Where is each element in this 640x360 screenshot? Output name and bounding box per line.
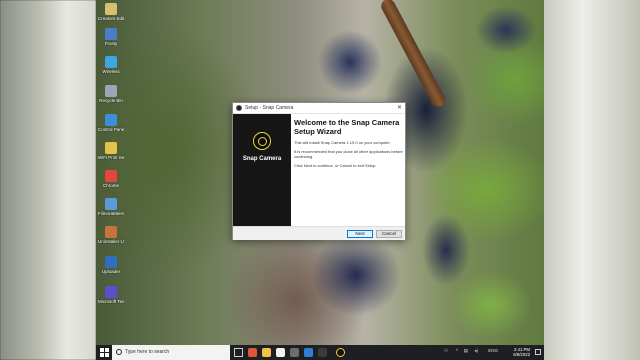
wizard-heading: Welcome to the Snap Camera Setup Wizard <box>294 118 400 136</box>
desktop-icon[interactable]: Frosty <box>98 28 124 46</box>
network-icon[interactable]: ▤ <box>464 348 468 353</box>
wizard-content: Welcome to the Snap Camera Setup Wizard … <box>294 116 404 168</box>
app-icon <box>105 170 117 182</box>
desktop-icon[interactable]: Control Panel <box>98 114 124 132</box>
desktop-icon[interactable]: FilmoraMeister Tutorials <box>98 198 124 216</box>
blurred-right-border <box>544 0 640 360</box>
clock-date: 6/8/2022 <box>513 352 530 357</box>
dialog-titlebar[interactable]: Setup - Snap Camera ✕ <box>233 103 405 114</box>
cancel-button[interactable]: Cancel <box>376 230 402 238</box>
desktop-icon-label: WiFi Print Services <box>98 155 124 160</box>
brand-name: Snap Camera <box>242 156 282 162</box>
taskbar: Type here to search ⚇ ^ ▤ ◂) ENG 2:41 PM… <box>96 345 544 360</box>
volume-icon[interactable]: ◂) <box>474 348 478 353</box>
desktop-icon-label: Uninstaller Utility <box>98 239 124 244</box>
app-icon <box>105 28 117 40</box>
desktop-icon[interactable]: Creators Edition <box>98 3 124 21</box>
people-icon[interactable]: ⚇ <box>444 348 448 353</box>
task-view-icon[interactable] <box>234 348 243 357</box>
desktop-icon[interactable]: Wireless <box>98 56 124 74</box>
app-icon <box>105 3 117 15</box>
language-indicator[interactable]: ENG <box>488 348 498 353</box>
app-icon <box>105 56 117 68</box>
app-icon <box>105 226 117 238</box>
desktop-icon[interactable]: Chrome <box>98 170 124 188</box>
snap-camera-logo-icon <box>253 132 271 150</box>
next-button[interactable]: Next <box>347 230 373 238</box>
desktop-icon-label: Frosty <box>104 41 118 46</box>
desktop-icon-label: Creators Edition <box>98 16 124 21</box>
wizard-footer: Next Cancel <box>233 226 405 240</box>
wizard-side-panel: Snap Camera <box>233 114 291 226</box>
setup-wizard-dialog: Setup - Snap Camera ✕ Snap Camera Welcom… <box>232 102 406 240</box>
desktop-icon[interactable]: Microsoft Teams <box>98 286 124 304</box>
blurred-left-border <box>0 0 96 360</box>
app-icon <box>105 142 117 154</box>
snap-camera-icon <box>236 105 242 111</box>
desktop-icon[interactable]: Uninstaller Utility <box>98 226 124 244</box>
desktop-icon-label: Uploader <box>101 269 121 274</box>
search-icon <box>116 349 122 355</box>
search-placeholder: Type here to search <box>125 349 170 355</box>
taskbar-clock[interactable]: 2:41 PM 6/8/2022 <box>513 347 530 357</box>
desktop-icon-label: Wireless <box>102 69 120 74</box>
chevron-up-icon[interactable]: ^ <box>456 348 458 353</box>
file-explorer-icon[interactable] <box>262 348 271 357</box>
wizard-text-instructions: Click Next to continue, or Cancel to exi… <box>294 163 377 168</box>
desktop-icon-label: Recycle Bin <box>99 98 123 103</box>
brave-browser-icon[interactable] <box>248 348 257 357</box>
media-app-icon[interactable] <box>290 348 299 357</box>
app-icon <box>105 286 117 298</box>
app-icon <box>105 256 117 268</box>
terminal-icon[interactable] <box>318 348 327 357</box>
desktop-icon-label: Chrome <box>102 183 119 188</box>
wizard-text-install: This will install Snap Camera 1.19.0 on … <box>294 140 391 145</box>
snap-camera-taskbar-icon[interactable] <box>336 348 345 357</box>
desktop-icon[interactable]: Uploader <box>98 256 124 274</box>
app-icon <box>105 85 117 97</box>
notification-center-icon[interactable] <box>535 349 541 355</box>
windows-start-icon[interactable] <box>100 348 109 357</box>
desktop-icon-label: FilmoraMeister Tutorials <box>98 211 124 216</box>
close-icon[interactable]: ✕ <box>397 104 402 112</box>
desktop-icon[interactable]: WiFi Print Services <box>98 142 124 160</box>
store-icon[interactable] <box>276 348 285 357</box>
app-icon <box>105 198 117 210</box>
desktop-icon[interactable]: Recycle Bin <box>98 85 124 103</box>
desktop-icon-label: Microsoft Teams <box>98 299 124 304</box>
mail-icon[interactable] <box>304 348 313 357</box>
desktop-icon-label: Control Panel <box>98 127 124 132</box>
dialog-title: Setup - Snap Camera <box>245 105 294 111</box>
app-icon <box>105 114 117 126</box>
wizard-text-recommend: It is recommended that you close all oth… <box>294 149 403 159</box>
wallpaper-vine <box>378 0 448 110</box>
taskbar-search-box[interactable]: Type here to search <box>112 345 230 360</box>
